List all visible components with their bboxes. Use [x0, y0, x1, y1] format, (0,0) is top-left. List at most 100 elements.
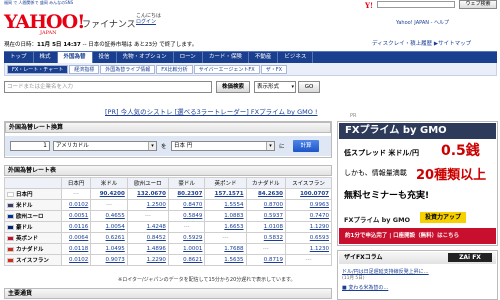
rate-cell[interactable]: 0.5937 — [245, 210, 287, 222]
rate-cell[interactable]: 0.5929 — [167, 232, 206, 244]
site-name[interactable]: ファイナンス — [82, 17, 136, 30]
rate-cell[interactable]: 1.4896 — [126, 243, 169, 255]
currency-name-cell: カナダドル — [4, 243, 62, 255]
calculate-button[interactable]: 計算 — [293, 140, 319, 152]
rate-cell[interactable]: 0.0102 — [60, 254, 92, 266]
rate-cell[interactable]: 0.8700 — [245, 199, 287, 211]
from-currency-select[interactable]: アメリカドル ▾ — [53, 141, 157, 151]
rate-cell[interactable]: 1.0108 — [245, 221, 287, 233]
sub-nav-tab[interactable]: FX・レート・チャート — [7, 64, 69, 74]
rate-cell[interactable]: 90.4200 — [90, 188, 128, 200]
ad-info-text: しかも、情報量満載 — [344, 169, 407, 177]
nav-tab[interactable]: 投信 — [93, 52, 117, 63]
date-bar-links[interactable]: ディスクレイ・積上履歴 ▶サイトマップ — [372, 39, 471, 47]
web-search-button[interactable]: ウェブ検索 — [459, 0, 497, 9]
nav-tab[interactable]: 外国為替 — [57, 52, 93, 63]
pr-label: PR — [350, 113, 357, 119]
converter-row: 1 アメリカドル ▾ を 日本 円 ▾ に 計算 — [5, 136, 331, 156]
rate-cell[interactable]: 1.0054 — [90, 221, 128, 233]
to-currency-select[interactable]: 日本 円 ▾ — [171, 141, 275, 151]
sub-nav-tab[interactable]: ザ・FX — [260, 64, 288, 74]
yahoo-logo-sub: JAPAN — [40, 30, 57, 36]
ad-info-count: 20種類以上 — [416, 168, 487, 183]
currency-name: 米ドル — [16, 203, 33, 209]
rate-cell[interactable]: 1.2500 — [126, 199, 169, 211]
rate-cell[interactable]: 1.1230 — [285, 243, 332, 255]
rate-cell[interactable]: 0.0116 — [60, 221, 92, 233]
rate-cell[interactable]: 0.9073 — [90, 254, 128, 266]
column-header: 豪ドル — [167, 177, 206, 189]
rate-cell[interactable]: 0.4655 — [90, 210, 128, 222]
rate-cell[interactable]: 100.0707 — [285, 188, 332, 200]
sub-nav-tab[interactable]: 経済指標 — [69, 64, 100, 74]
stock-code-input[interactable]: コードまたは企業名を入力 — [4, 81, 212, 93]
currency-name-cell: 英ポンド — [4, 232, 62, 244]
ad-signup-button[interactable]: 約1分で申込完了 | 口座開設（無料）はこちら — [339, 228, 496, 244]
rate-cell[interactable]: 0.8621 — [167, 254, 206, 266]
nav-tab[interactable]: トップ — [4, 52, 34, 63]
rate-table-title: 外国為替レート表 — [4, 165, 332, 176]
nav-tab[interactable]: ビジネス — [278, 52, 314, 63]
rate-cell[interactable]: 0.0064 — [60, 232, 92, 244]
zai-fx-banner[interactable]: ZAi FX — [448, 253, 492, 262]
rate-cell[interactable]: 0.8470 — [167, 199, 206, 211]
rate-cell[interactable]: 0.6593 — [285, 232, 332, 244]
rate-cell[interactable]: 1.5554 — [204, 199, 247, 211]
rate-cell[interactable]: 0.0102 — [60, 199, 92, 211]
rate-cell[interactable]: 1.0495 — [90, 243, 128, 255]
rate-cell[interactable]: 0.5849 — [167, 210, 206, 222]
rate-cell[interactable]: 84.2630 — [245, 188, 287, 200]
header-right-links[interactable]: Yahoo! JAPAN - ヘルプ — [396, 19, 449, 26]
go-button[interactable]: GO — [298, 81, 320, 93]
rate-cell[interactable]: 0.0051 — [60, 210, 92, 222]
nav-tab[interactable]: ローン — [174, 52, 203, 63]
rate-cell[interactable]: 1.1290 — [285, 221, 332, 233]
rate-cell[interactable]: 1.6653 — [204, 221, 247, 233]
fx-column-link[interactable]: ドル/円は日足遅延支持線反発上昇に… — [342, 268, 429, 275]
rate-cell[interactable]: 0.0118 — [60, 243, 92, 255]
rate-cell[interactable]: 0.6261 — [90, 232, 128, 244]
stock-search-button[interactable]: 株価検索 — [216, 81, 250, 93]
rate-cell[interactable]: 1.0001 — [167, 243, 206, 255]
rate-cell[interactable]: 1.7688 — [204, 243, 247, 255]
promo-link[interactable]: [PR] 今人気のシストレ [選べる3ラートレーダー] FXプライム by GM… — [105, 106, 318, 116]
sub-nav: FX・レート・チャート 経済指標 外国為替ライブ情報 FX比較分析 サイバーエージェント… — [4, 63, 497, 76]
greeting: こんにちは ログイン — [136, 13, 161, 25]
yahoo-mini-logo[interactable]: Y! — [365, 1, 373, 10]
rate-cell[interactable]: 1.4248 — [126, 221, 169, 233]
table-row: 欧州ユーロ 0.0051 0.4655 --- 0.5849 1.0883 0.5937 0.… — [4, 210, 332, 222]
rate-cell[interactable]: 0.9963 — [285, 199, 332, 211]
sub-nav-tab[interactable]: サイバーエージェントFX — [193, 64, 260, 74]
table-row: カナダドル 0.0118 1.0495 1.4896 1.0001 1.7688 --- 1.… — [4, 243, 332, 255]
rate-cell: --- — [285, 254, 332, 266]
nav-tab[interactable]: 株式 — [34, 52, 58, 63]
web-search-input[interactable] — [377, 1, 455, 8]
amount-input[interactable]: 1 — [10, 141, 50, 151]
rate-cell[interactable]: 157.1571 — [204, 188, 247, 200]
top-links[interactable]: 福岡 で 人間関係で 盛岡 みんなのSNS — [4, 1, 73, 5]
yahoo-logo[interactable]: YAHOO! — [4, 12, 85, 32]
nav-tab[interactable]: 不動産 — [249, 52, 279, 63]
nav-tab[interactable]: カード・保険 — [203, 52, 249, 63]
rate-cell[interactable]: 0.8719 — [245, 254, 287, 266]
nav-tab[interactable]: 先物・オプション — [117, 52, 174, 63]
sub-nav-tab[interactable]: FX比較分析 — [156, 64, 193, 74]
rate-cell[interactable]: 0.5832 — [245, 232, 287, 244]
fxprime-ad[interactable]: FXプライム by GMO 低スプレッド 米ドル/円 0.5銭 しかも、情報量満… — [337, 121, 498, 246]
currency-name-cell: スイスフラン — [4, 254, 62, 266]
rate-cell[interactable]: 0.8452 — [126, 232, 169, 244]
rate-cell[interactable]: 80.2307 — [167, 188, 206, 200]
display-format-select[interactable]: 表示形式 — [254, 81, 296, 93]
rate-cell[interactable]: 1.2290 — [126, 254, 169, 266]
currency-name: 豪ドル — [16, 225, 33, 231]
login-link[interactable]: ログイン — [136, 19, 161, 25]
currency-name-cell: 豪ドル — [4, 221, 62, 233]
rate-cell[interactable]: 1.0883 — [204, 210, 247, 222]
sub-nav-tab[interactable]: 外国為替ライブ情報 — [100, 64, 156, 74]
fx-column-link-2[interactable]: ■ 変わる米為替の… — [342, 284, 388, 291]
ad-spread-value: 0.5銭 — [441, 143, 480, 159]
rate-cell[interactable]: 132.0670 — [126, 188, 169, 200]
rate-cell[interactable]: 1.5635 — [204, 254, 247, 266]
rate-cell[interactable]: 0.7470 — [285, 210, 332, 222]
current-datetime: 11月 5日 14:37 — [37, 42, 81, 48]
